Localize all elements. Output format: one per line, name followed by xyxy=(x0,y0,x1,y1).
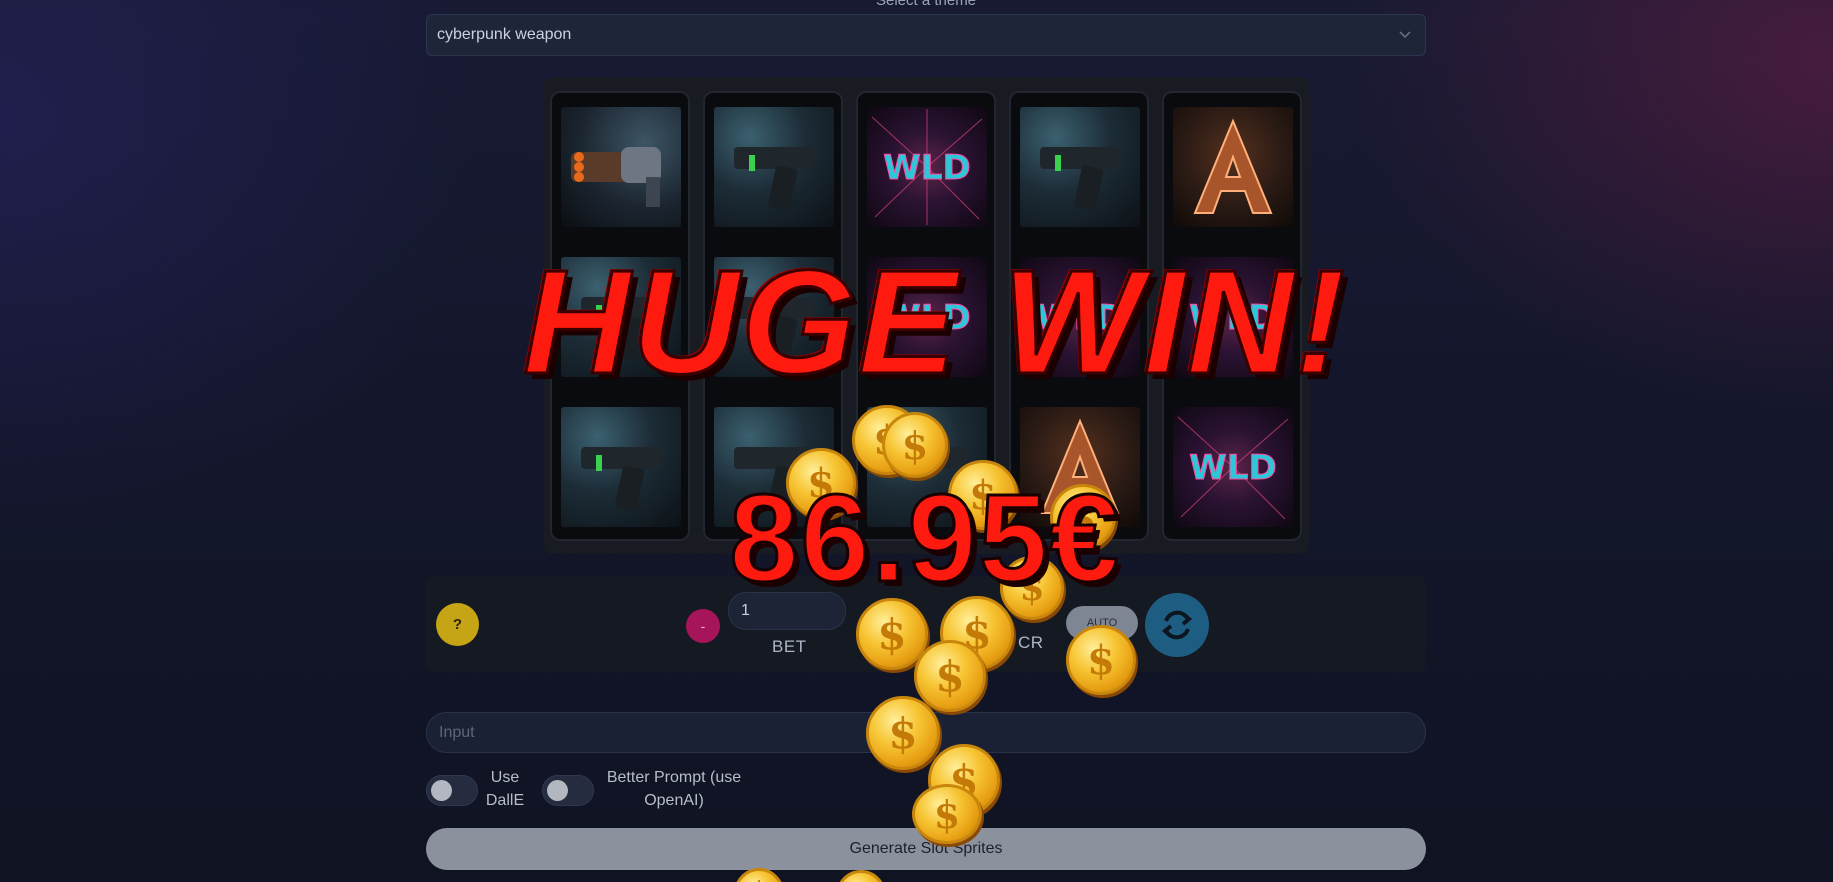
svg-text:WLD: WLD xyxy=(883,148,970,188)
better-prompt-label: Better Prompt (use OpenAI) xyxy=(606,769,742,809)
symbol-rotary-blaster xyxy=(561,107,681,227)
use-dalle-toggle[interactable] xyxy=(426,775,478,806)
reel-3: WLD WLD xyxy=(856,91,996,541)
refresh-icon xyxy=(1161,610,1193,640)
symbol-cyber-pistol xyxy=(561,257,681,377)
better-prompt-toggle[interactable] xyxy=(542,775,594,806)
theme-select[interactable]: cyberpunk weapon xyxy=(426,14,1426,56)
svg-text:WLD: WLD xyxy=(1036,298,1123,338)
use-dalle-label: Use DallE xyxy=(485,769,525,809)
generate-sprites-button[interactable]: Generate Slot Sprites xyxy=(426,828,1426,870)
symbol-cyber-pistol xyxy=(1020,107,1140,227)
toggle-knob xyxy=(547,780,568,801)
toggle-knob xyxy=(431,780,452,801)
symbol-cyber-pistol xyxy=(714,107,834,227)
svg-text:WLD: WLD xyxy=(1189,448,1276,488)
reel-1 xyxy=(550,91,690,541)
reel-4: WLD xyxy=(1009,91,1149,541)
symbol-letter-a xyxy=(1020,407,1140,527)
auto-spin-button[interactable]: AUTO xyxy=(1066,606,1138,640)
bet-label: BET xyxy=(772,637,807,656)
symbol-cyber-pistol xyxy=(867,407,987,527)
symbol-wild: WLD xyxy=(867,107,987,227)
symbol-wild: WLD xyxy=(1020,257,1140,377)
bet-controls: ? - 1 BET CR AUTO xyxy=(426,576,1426,672)
symbol-cyber-pistol xyxy=(714,257,834,377)
bet-input[interactable]: 1 xyxy=(728,592,846,630)
decrease-bet-button[interactable]: - xyxy=(686,609,720,643)
svg-text:WLD: WLD xyxy=(1189,298,1276,338)
chevron-down-icon xyxy=(1399,31,1411,39)
spin-button[interactable] xyxy=(1145,593,1209,657)
slot-app: Select a theme cyberpunk weapon WLD WLD … xyxy=(426,0,1426,882)
slot-machine: WLD WLD WLD WLD WLD xyxy=(544,77,1309,554)
theme-label: Select a theme xyxy=(875,0,977,9)
reel-5: WLD WLD xyxy=(1162,91,1302,541)
symbol-cyber-pistol xyxy=(561,407,681,527)
svg-text:WLD: WLD xyxy=(883,298,970,338)
prompt-input[interactable]: Input xyxy=(426,712,1426,753)
help-button[interactable]: ? xyxy=(436,603,479,646)
symbol-wild: WLD xyxy=(867,257,987,377)
credit-label: CR xyxy=(1018,633,1044,652)
symbol-wild: WLD xyxy=(1173,407,1293,527)
theme-select-value: cyberpunk weapon xyxy=(437,26,572,43)
prompt-input-placeholder: Input xyxy=(439,723,475,741)
symbol-letter-a xyxy=(1173,107,1293,227)
symbol-wild: WLD xyxy=(1173,257,1293,377)
symbol-cyber-pistol xyxy=(714,407,834,527)
reel-2 xyxy=(703,91,843,541)
bet-input-value: 1 xyxy=(741,602,750,619)
